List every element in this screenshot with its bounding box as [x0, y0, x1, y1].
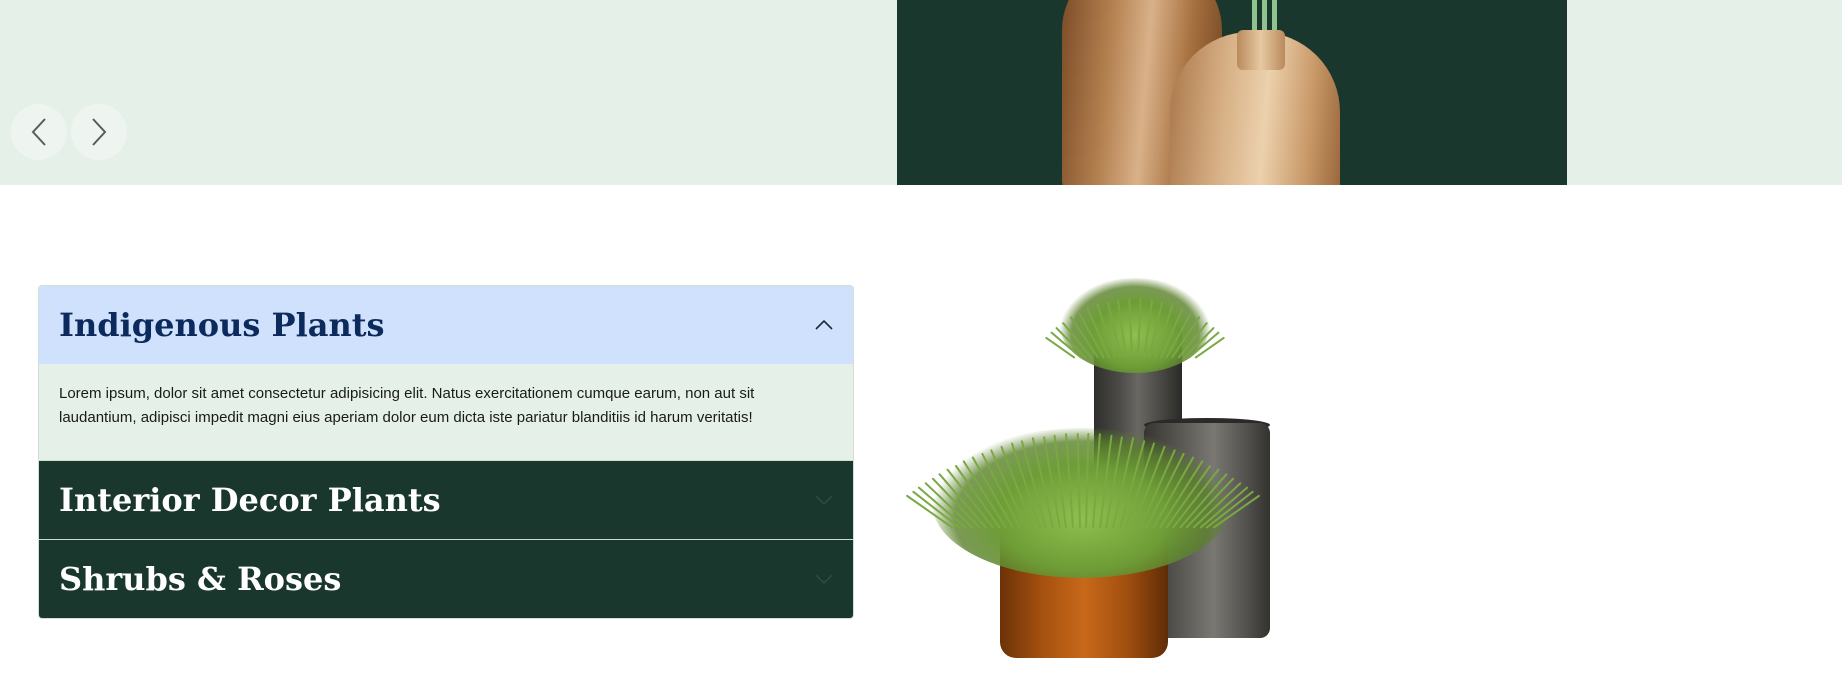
accordion-item-interior-decor-plants: Interior Decor Plants — [39, 461, 853, 540]
accordion-item-shrubs-roses: Shrubs & Roses — [39, 540, 853, 618]
planters-product-image — [905, 278, 1282, 663]
carousel-prev-button[interactable] — [11, 104, 67, 160]
carousel-next-button[interactable] — [71, 104, 127, 160]
wooden-vase-neck — [1237, 30, 1285, 70]
accordion-title: Indigenous Plants — [59, 306, 385, 344]
accordion-title: Interior Decor Plants — [59, 481, 441, 519]
chevron-up-icon — [815, 319, 833, 330]
plant-stem — [1272, 0, 1277, 34]
accordion-body-indigenous-plants: Lorem ipsum, dolor sit amet consectetur … — [39, 364, 853, 461]
hero-carousel — [0, 0, 1842, 185]
carousel-slide-image — [897, 0, 1567, 185]
ornamental-grass-large — [932, 428, 1232, 578]
chevron-down-icon — [815, 574, 833, 585]
chevron-left-icon — [31, 118, 46, 146]
chevron-down-icon — [815, 495, 833, 506]
accordion-title: Shrubs & Roses — [59, 560, 342, 598]
chevron-right-icon — [92, 118, 107, 146]
category-accordion: Indigenous Plants Lorem ipsum, dolor sit… — [38, 285, 854, 619]
plant-stem — [1252, 0, 1257, 34]
accordion-header-interior-decor-plants[interactable]: Interior Decor Plants — [39, 461, 853, 540]
accordion-header-indigenous-plants[interactable]: Indigenous Plants — [39, 286, 853, 364]
accordion-header-shrubs-roses[interactable]: Shrubs & Roses — [39, 540, 853, 618]
plant-stem — [1262, 0, 1267, 34]
ornamental-grass-top — [1060, 278, 1210, 373]
accordion-item-indigenous-plants: Indigenous Plants Lorem ipsum, dolor sit… — [39, 286, 853, 461]
